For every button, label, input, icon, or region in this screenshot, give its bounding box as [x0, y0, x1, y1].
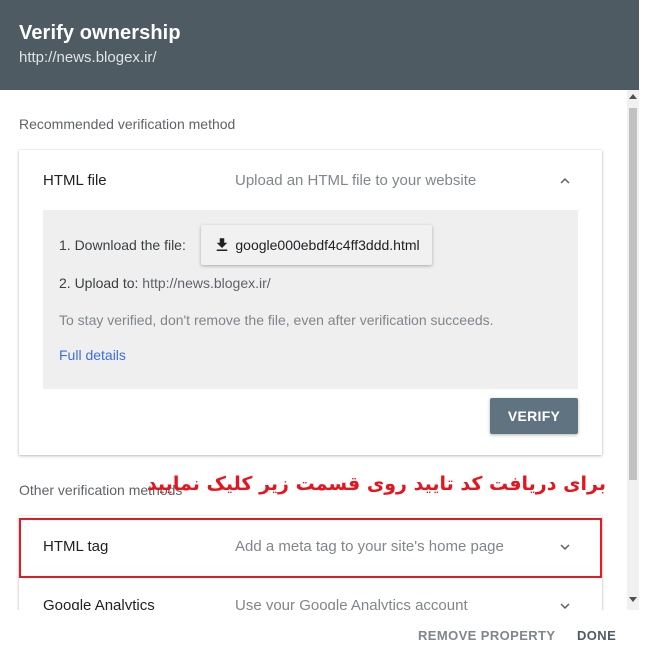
google-analytics-method-name: Google Analytics: [43, 597, 155, 610]
html-file-instructions-panel: 1. Download the file: google000ebdf4c4ff…: [43, 210, 578, 389]
chevron-down-icon[interactable]: [556, 597, 574, 610]
dialog-title: Verify ownership: [19, 22, 181, 44]
property-url: http://news.blogex.ir/: [19, 49, 157, 66]
stay-verified-note: To stay verified, don't remove the file,…: [59, 312, 494, 328]
html-file-method-description: Upload an HTML file to your website: [235, 172, 477, 189]
download-filename: google000ebdf4c4ff3ddd.html: [235, 237, 420, 253]
chevron-up-icon[interactable]: [556, 172, 574, 190]
html-file-card: HTML file Upload an HTML file to your we…: [19, 150, 602, 455]
dialog-footer: REMOVE PROPERTY DONE: [0, 610, 639, 654]
persian-annotation: برای دریافت کد تایید روی قسمت زیر کلیک ن…: [146, 473, 606, 495]
html-file-method-name: HTML file: [43, 172, 107, 189]
step1-label: 1. Download the file:: [59, 237, 186, 253]
step2-url: http://news.blogex.ir/: [142, 275, 271, 291]
dialog-header: Verify ownership http://news.blogex.ir/: [0, 0, 639, 90]
remove-property-button[interactable]: REMOVE PROPERTY: [418, 628, 555, 643]
full-details-link[interactable]: Full details: [59, 347, 126, 363]
google-analytics-method-row[interactable]: Google Analytics Use your Google Analyti…: [19, 575, 602, 610]
scroll-up-arrow-icon[interactable]: [629, 94, 637, 99]
download-icon: [213, 236, 231, 254]
scrollbar-thumb[interactable]: [629, 108, 637, 480]
download-file-button[interactable]: google000ebdf4c4ff3ddd.html: [201, 225, 432, 265]
recommended-section-label: Recommended verification method: [19, 116, 236, 132]
verify-button[interactable]: VERIFY: [490, 398, 578, 434]
done-button[interactable]: DONE: [577, 628, 616, 643]
html-file-method-header[interactable]: HTML file Upload an HTML file to your we…: [19, 150, 602, 210]
scroll-down-arrow-icon[interactable]: [629, 597, 637, 602]
dialog-content[interactable]: Recommended verification method HTML fil…: [0, 90, 627, 610]
step2-line: 2. Upload to: http://news.blogex.ir/: [59, 275, 271, 291]
step2-label: 2. Upload to:: [59, 275, 139, 291]
google-analytics-method-description: Use your Google Analytics account: [235, 597, 468, 610]
window-edge: [639, 0, 648, 654]
annotation-highlight-box: [19, 518, 602, 578]
